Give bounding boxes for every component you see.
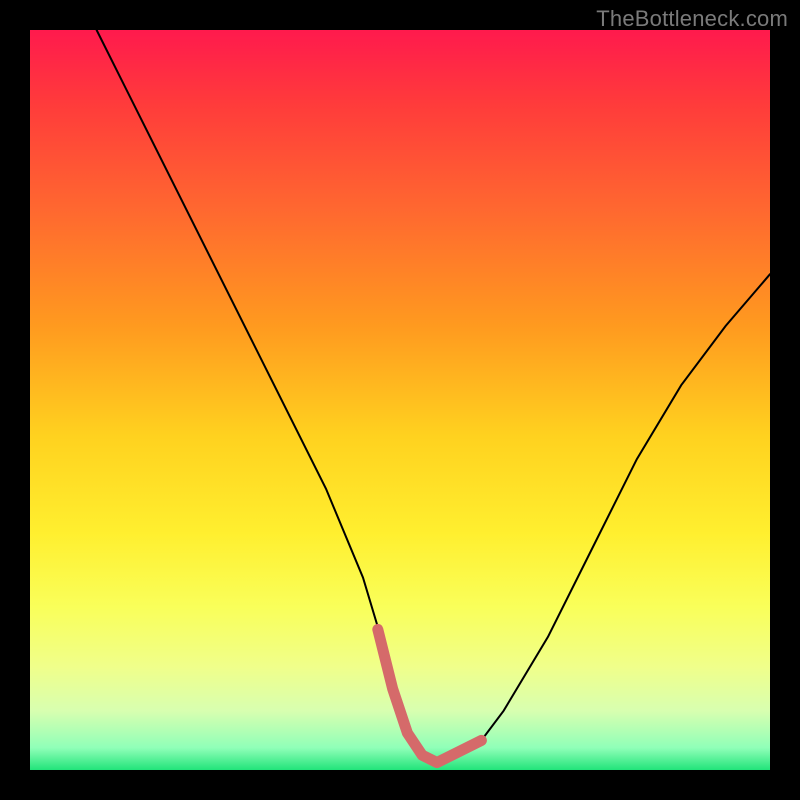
- curve-path: [97, 30, 770, 763]
- watermark-label: TheBottleneck.com: [596, 6, 788, 32]
- chart-frame: TheBottleneck.com: [0, 0, 800, 800]
- chart-plot-area: [30, 30, 770, 770]
- highlight-path: [378, 629, 482, 762]
- chart-svg: [30, 30, 770, 770]
